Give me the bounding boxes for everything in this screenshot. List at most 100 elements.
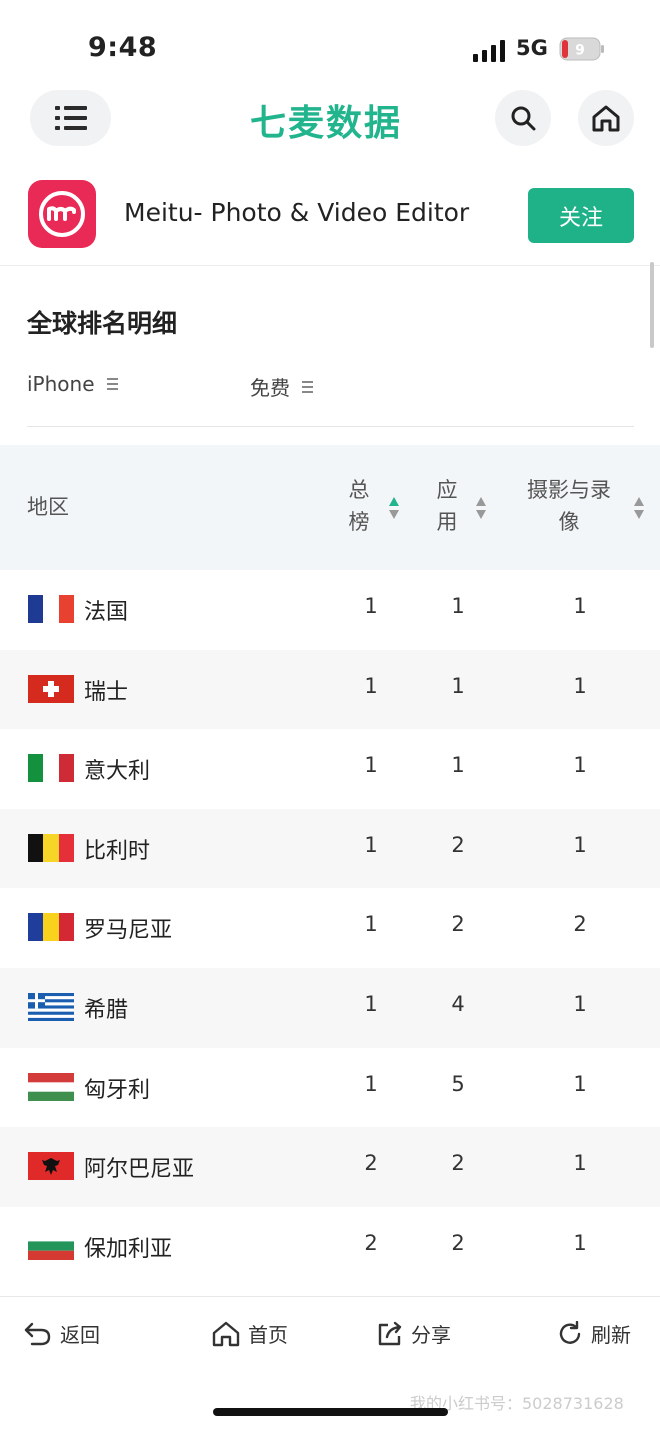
overall-rank: 2 — [364, 1151, 378, 1176]
device-filter-label: iPhone — [27, 372, 95, 396]
country-name: 希腊 — [84, 997, 129, 1023]
divider — [27, 426, 634, 427]
app-rank-header[interactable]: 应 用 — [432, 474, 462, 538]
greece-flag-icon — [28, 992, 74, 1021]
country-name: 罗马尼亚 — [84, 918, 173, 944]
category-rank: 1 — [573, 1151, 587, 1176]
table-row[interactable]: 阿尔巴尼亚 2 2 1 — [0, 1127, 660, 1207]
header-line: 榜 — [348, 510, 370, 534]
scrollbar[interactable] — [650, 262, 654, 348]
country-name: 比利时 — [84, 838, 151, 864]
refresh-button[interactable]: 刷新 — [557, 1319, 631, 1348]
hungary-flag-icon — [28, 1072, 74, 1101]
table-row[interactable]: 瑞士 1 1 1 — [0, 649, 660, 730]
country-name: 阿尔巴尼亚 — [84, 1157, 195, 1183]
search-icon — [511, 106, 536, 131]
divider — [0, 265, 660, 266]
app-name: Meitu- Photo & Video Editor — [124, 198, 470, 227]
category-rank: 1 — [573, 673, 587, 698]
france-flag-icon — [28, 595, 74, 623]
sort-icon[interactable] — [476, 496, 486, 520]
sort-icon[interactable] — [389, 496, 399, 520]
app-icon — [28, 180, 96, 248]
follow-button[interactable]: 关注 — [528, 188, 634, 243]
top-nav: 七麦数据 — [0, 90, 660, 154]
app-rank: 2 — [451, 1230, 465, 1255]
app-header: Meitu- Photo & Video Editor 关注 — [0, 180, 660, 266]
device-filter[interactable]: iPhone — [27, 372, 119, 396]
table-row[interactable]: 法国 1 1 1 — [0, 570, 660, 650]
brand-logo[interactable]: 七麦数据 — [250, 94, 402, 146]
app-rank: 2 — [451, 832, 465, 857]
app-rank: 1 — [451, 753, 465, 778]
category-rank: 1 — [573, 832, 587, 857]
category-rank: 2 — [573, 912, 587, 937]
app-rank: 1 — [451, 673, 465, 698]
albania-flag-icon — [28, 1152, 74, 1181]
table-header: 地区 总 榜 应 用 摄影与录 像 — [0, 445, 660, 570]
belgium-flag-icon — [28, 833, 74, 862]
table-row[interactable]: 比利时 1 2 1 — [0, 808, 660, 889]
home-button[interactable] — [578, 90, 634, 146]
home-indicator[interactable] — [213, 1408, 448, 1416]
price-filter[interactable]: 免费 — [250, 372, 314, 401]
app-rank: 5 — [451, 1071, 465, 1096]
country-name: 意大利 — [84, 759, 151, 785]
home-tab-button[interactable]: 首页 — [212, 1319, 288, 1348]
italy-flag-icon — [28, 754, 74, 783]
battery-level: 9 — [575, 43, 585, 59]
country-name: 法国 — [84, 600, 129, 625]
app-rank: 1 — [451, 594, 465, 618]
table-row[interactable]: 匈牙利 1 5 1 — [0, 1048, 660, 1128]
overall-rank: 2 — [364, 1230, 378, 1255]
table-row[interactable]: 意大利 1 1 1 — [0, 729, 660, 809]
category-rank: 1 — [573, 753, 587, 778]
category-rank-header[interactable]: 摄影与录 像 — [514, 474, 624, 538]
back-button[interactable]: 返回 — [24, 1319, 100, 1348]
price-filter-label: 免费 — [250, 376, 290, 400]
sort-icon[interactable] — [634, 496, 644, 520]
back-label: 返回 — [60, 1323, 100, 1347]
overall-rank: 1 — [364, 594, 378, 618]
app-rank: 2 — [451, 1151, 465, 1176]
back-arrow-icon — [24, 1322, 51, 1345]
cellular-signal-icon — [473, 40, 505, 62]
table-row[interactable]: 保加利亚 2 2 1 — [0, 1207, 660, 1287]
header-line: 像 — [558, 510, 580, 534]
search-button[interactable] — [495, 90, 551, 146]
home-label: 首页 — [248, 1323, 288, 1347]
filter-lines-icon — [106, 378, 118, 390]
app-rank: 2 — [451, 912, 465, 937]
country-name: 瑞士 — [84, 679, 129, 705]
table-row[interactable]: 罗马尼亚 1 2 2 — [0, 888, 660, 968]
list-menu-icon — [54, 106, 87, 130]
menu-button[interactable] — [30, 90, 111, 146]
overall-rank-header[interactable]: 总 榜 — [344, 474, 374, 538]
refresh-icon — [559, 1320, 581, 1344]
battery-icon: 9 — [559, 37, 604, 61]
overall-rank: 1 — [364, 753, 378, 778]
share-button[interactable]: 分享 — [377, 1319, 451, 1348]
header-line: 总 — [348, 478, 370, 502]
table-body: 法国 1 1 1 瑞士 1 1 1 意大利 1 1 1 比利时 1 2 1 罗马尼亚 1 2 2 希腊 1 4 1 匈牙利 1 5 1… — [0, 570, 660, 1286]
region-header: 地区 — [27, 495, 69, 519]
status-bar: 9:48 5G 9 — [0, 0, 660, 90]
status-time: 9:48 — [88, 32, 158, 63]
category-rank: 1 — [573, 1230, 587, 1255]
filter-lines-icon — [302, 380, 313, 393]
overall-rank: 1 — [364, 1071, 378, 1096]
table-row[interactable]: 希腊 1 4 1 — [0, 967, 660, 1048]
overall-rank: 1 — [364, 991, 378, 1016]
overall-rank: 1 — [364, 673, 378, 698]
overall-rank: 1 — [364, 832, 378, 857]
section-title: 全球排名明细 — [27, 309, 178, 338]
romania-flag-icon — [28, 913, 74, 942]
category-rank: 1 — [573, 594, 587, 618]
header-line: 摄影与录 — [527, 478, 611, 502]
refresh-label: 刷新 — [591, 1323, 631, 1347]
category-rank: 1 — [573, 991, 587, 1016]
meitu-logo-icon — [39, 191, 85, 237]
share-label: 分享 — [411, 1323, 451, 1347]
home-icon — [212, 1321, 240, 1346]
overall-rank: 1 — [364, 912, 378, 937]
